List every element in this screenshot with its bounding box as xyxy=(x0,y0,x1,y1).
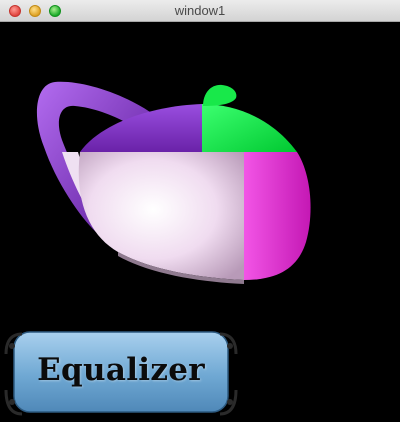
title-bar[interactable]: window1 xyxy=(0,0,400,22)
teapot-body-bottom-left xyxy=(78,152,244,280)
equalizer-logo-text: Equalizer xyxy=(37,352,205,388)
window-title: window1 xyxy=(174,3,226,18)
app-window: window1 Equalizer xyxy=(0,0,400,422)
teapot-body-bottom-right xyxy=(244,152,311,280)
teapot-body-top-right xyxy=(202,104,297,152)
teapot-lid xyxy=(203,84,237,106)
